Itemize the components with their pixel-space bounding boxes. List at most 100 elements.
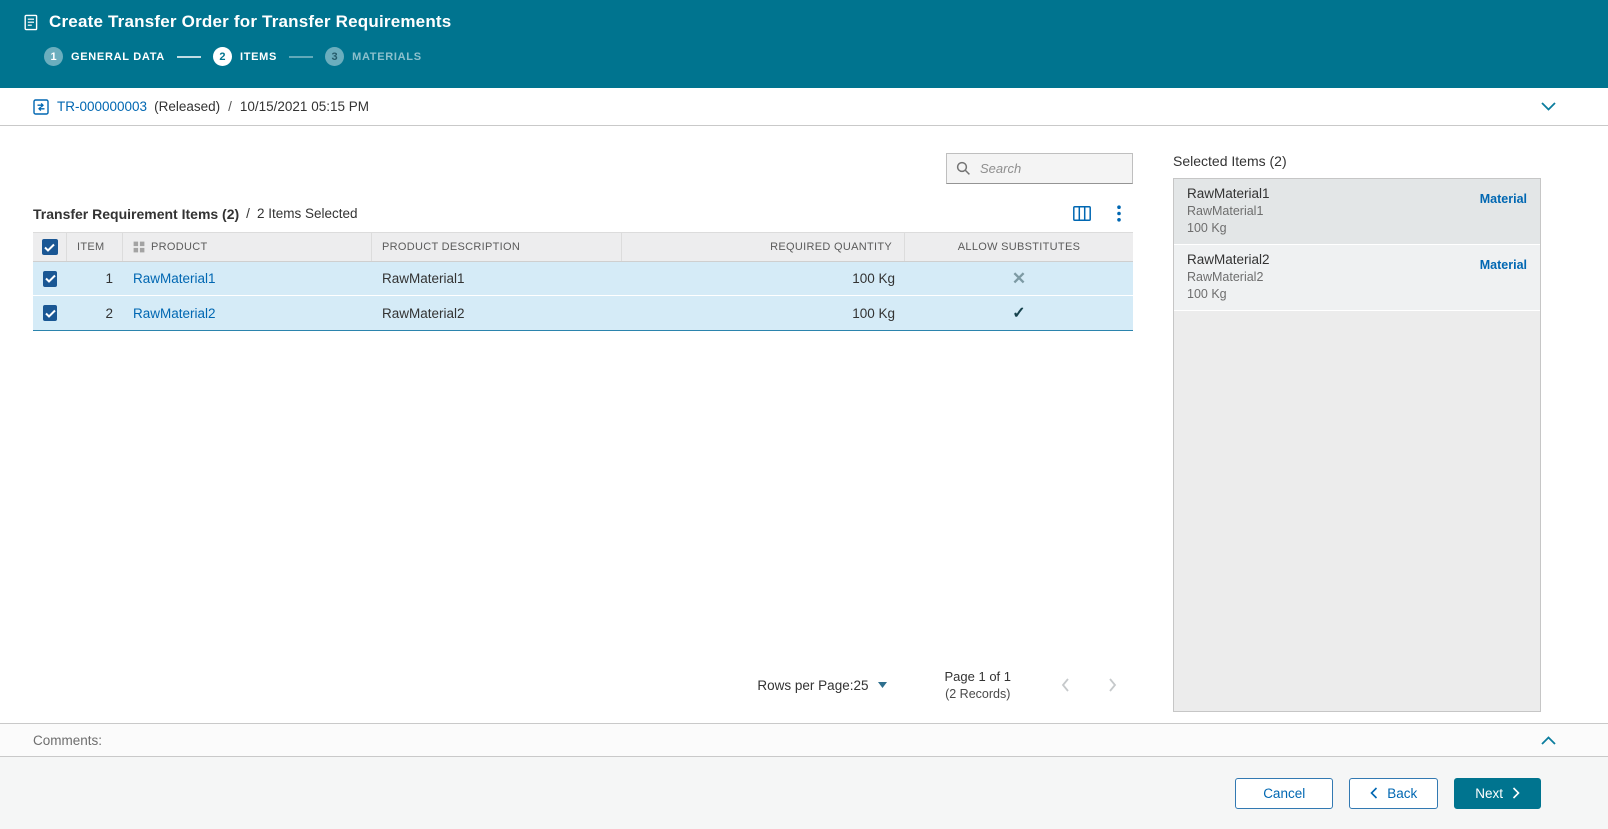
page-nav — [1061, 678, 1117, 692]
next-button[interactable]: Next — [1454, 778, 1541, 809]
chevron-down-icon[interactable] — [1541, 102, 1556, 111]
selected-item-name: RawMaterial1 — [1187, 186, 1270, 201]
title-row: Create Transfer Order for Transfer Requi… — [23, 12, 1608, 32]
product-cell: RawMaterial2 — [123, 296, 372, 330]
column-header-description-label: PRODUCT DESCRIPTION — [382, 241, 520, 253]
step-connector — [177, 56, 201, 58]
product-link[interactable]: RawMaterial2 — [133, 306, 216, 321]
selected-items-title: Selected Items (2) — [1173, 153, 1541, 169]
next-button-label: Next — [1475, 786, 1503, 801]
step-3-circle: 3 — [325, 47, 344, 66]
cancel-button[interactable]: Cancel — [1235, 778, 1333, 809]
rows-per-page-value: 25 — [853, 678, 868, 693]
chevron-right-icon — [1512, 787, 1520, 799]
document-status: (Released) — [154, 99, 220, 114]
items-table-title: Transfer Requirement Items (2) — [33, 206, 239, 222]
cancel-button-label: Cancel — [1263, 786, 1305, 801]
wizard-steps: 1 GENERAL DATA 2 ITEMS 3 MATERIALS — [23, 47, 1608, 66]
back-button-label: Back — [1387, 786, 1417, 801]
dropdown-arrow-icon — [878, 682, 887, 688]
step-connector — [289, 56, 313, 58]
chevron-up-icon[interactable] — [1541, 736, 1556, 745]
row-checkbox[interactable] — [43, 271, 57, 287]
page-title: Create Transfer Order for Transfer Requi… — [49, 12, 451, 32]
search-box — [946, 153, 1133, 184]
create-order-icon — [23, 14, 40, 31]
select-all-checkbox[interactable] — [42, 239, 58, 255]
product-link[interactable]: RawMaterial1 — [133, 271, 216, 286]
rows-per-page-label: Rows per Page: — [757, 678, 853, 693]
step-3-label: MATERIALS — [352, 51, 422, 63]
selected-item-description: RawMaterial1 — [1187, 204, 1270, 218]
no-substitutes-x-icon: ✕ — [1012, 269, 1026, 289]
step-1-label: GENERAL DATA — [71, 51, 165, 63]
column-header-product[interactable]: PRODUCT — [123, 233, 372, 261]
selected-item-quantity: 100 Kg — [1187, 287, 1270, 301]
column-header-product-label: PRODUCT — [151, 241, 208, 253]
material-link[interactable]: Material — [1480, 192, 1527, 235]
step-general-data[interactable]: 1 GENERAL DATA — [44, 47, 165, 66]
quantity-cell: 100 Kg — [622, 296, 905, 330]
substitutes-cell: ✓ — [905, 296, 1133, 330]
table-meta-row: Transfer Requirement Items (2) / 2 Items… — [33, 205, 1133, 222]
next-page-chevron-icon[interactable] — [1108, 678, 1117, 692]
allow-substitutes-check-icon: ✓ — [1012, 303, 1025, 323]
record-count-label: (2 Records) — [945, 687, 1012, 701]
step-2-circle: 2 — [213, 47, 232, 66]
page-count-label: Page 1 of 1 — [945, 669, 1012, 684]
transfer-requirement-items-table: ITEM PRODUCT PRODUCT DESCRIPTION REQUIRE… — [33, 232, 1133, 331]
row-select-cell — [33, 296, 67, 330]
selected-item-info: RawMaterial1 RawMaterial1 100 Kg — [1187, 186, 1270, 235]
column-header-substitutes[interactable]: ALLOW SUBSTITUTES — [905, 233, 1133, 261]
column-header-substitutes-label: ALLOW SUBSTITUTES — [958, 241, 1080, 253]
more-actions-kebab-icon[interactable] — [1117, 205, 1121, 222]
comments-section[interactable]: Comments: — [0, 723, 1608, 757]
items-section: Transfer Requirement Items (2) / 2 Items… — [33, 126, 1133, 723]
selected-item-card[interactable]: RawMaterial1 RawMaterial1 100 Kg Materia… — [1174, 179, 1540, 245]
column-settings-icon[interactable] — [1073, 206, 1091, 221]
content-area: Transfer Requirement Items (2) / 2 Items… — [0, 126, 1608, 723]
table-row[interactable]: 2 RawMaterial2 RawMaterial2 100 Kg ✓ — [33, 296, 1133, 330]
selected-items-panel: Selected Items (2) RawMaterial1 RawMater… — [1173, 126, 1541, 723]
meta-separator: / — [246, 206, 250, 221]
select-all-cell — [33, 233, 67, 261]
table-header-row: ITEM PRODUCT PRODUCT DESCRIPTION REQUIRE… — [33, 232, 1133, 262]
comments-label: Comments: — [33, 733, 102, 748]
column-header-item[interactable]: ITEM — [67, 233, 123, 261]
selected-items-list: RawMaterial1 RawMaterial1 100 Kg Materia… — [1173, 178, 1541, 712]
row-checkbox[interactable] — [43, 305, 57, 321]
item-number-cell: 1 — [67, 262, 123, 295]
step-1-circle: 1 — [44, 47, 63, 66]
product-cell: RawMaterial1 — [123, 262, 372, 295]
document-separator: / — [228, 99, 232, 114]
items-selected-summary: 2 Items Selected — [257, 206, 358, 221]
step-2-label: ITEMS — [240, 51, 277, 63]
table-row[interactable]: 1 RawMaterial1 RawMaterial1 100 Kg ✕ — [33, 262, 1133, 296]
column-header-quantity[interactable]: REQUIRED QUANTITY — [622, 233, 905, 261]
material-link[interactable]: Material — [1480, 258, 1527, 301]
back-button[interactable]: Back — [1349, 778, 1438, 809]
description-cell: RawMaterial1 — [372, 262, 622, 295]
selected-item-name: RawMaterial2 — [1187, 252, 1270, 267]
app-header: Create Transfer Order for Transfer Requi… — [0, 0, 1608, 88]
page-info: Page 1 of 1 (2 Records) — [945, 669, 1012, 701]
search-row — [33, 153, 1133, 184]
chevron-left-icon — [1370, 787, 1378, 799]
selected-item-quantity: 100 Kg — [1187, 221, 1270, 235]
transfer-requirement-icon — [33, 99, 49, 115]
step-items[interactable]: 2 ITEMS — [213, 47, 277, 66]
selected-item-description: RawMaterial2 — [1187, 270, 1270, 284]
item-number-cell: 2 — [67, 296, 123, 330]
column-header-item-label: ITEM — [77, 241, 104, 253]
step-materials[interactable]: 3 MATERIALS — [325, 47, 422, 66]
search-input[interactable] — [978, 160, 1123, 177]
footer-action-bar: Cancel Back Next — [0, 757, 1608, 829]
quantity-cell: 100 Kg — [622, 262, 905, 295]
previous-page-chevron-icon[interactable] — [1061, 678, 1070, 692]
transfer-requirement-link[interactable]: TR-000000003 — [57, 99, 147, 114]
selected-item-card[interactable]: RawMaterial2 RawMaterial2 100 Kg Materia… — [1174, 245, 1540, 311]
search-icon — [956, 161, 971, 176]
column-header-quantity-label: REQUIRED QUANTITY — [770, 241, 892, 253]
rows-per-page-dropdown[interactable]: Rows per Page:25 — [757, 678, 886, 693]
column-header-description[interactable]: PRODUCT DESCRIPTION — [372, 233, 622, 261]
